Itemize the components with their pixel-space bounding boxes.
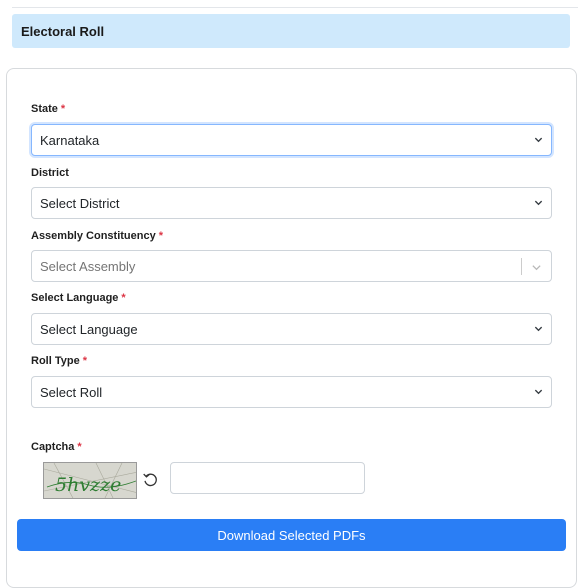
state-select[interactable]: Karnataka [31, 124, 552, 156]
district-select-value: Select District [40, 195, 120, 211]
top-divider [12, 7, 578, 8]
state-label: State * [31, 103, 66, 115]
download-selected-pdfs-button[interactable]: Download Selected PDFs [17, 519, 566, 551]
captcha-image: 5hvzze [43, 462, 137, 499]
language-select[interactable]: Select Language [31, 313, 552, 345]
chevron-down-icon [534, 387, 543, 396]
language-label: Select Language * [31, 292, 126, 304]
page-title: Electoral Roll [21, 23, 105, 39]
refresh-icon[interactable] [142, 471, 159, 488]
language-select-value: Select Language [40, 321, 138, 337]
district-select[interactable]: Select District [31, 187, 552, 219]
required-mark: * [121, 292, 126, 304]
roll-type-label: Roll Type * [31, 355, 87, 367]
roll-type-select-value: Select Roll [40, 384, 103, 400]
assembly-select[interactable]: Select Assembly [31, 250, 552, 282]
district-label: District [31, 167, 69, 179]
indicator-separator [521, 258, 522, 275]
required-mark: * [158, 230, 163, 242]
captcha-label: Captcha * [31, 441, 82, 453]
state-select-value: Karnataka [40, 132, 100, 148]
assembly-label: Assembly Constituency * [31, 230, 163, 242]
chevron-down-icon [534, 135, 543, 144]
chevron-down-icon [534, 324, 543, 333]
required-mark: * [60, 103, 66, 115]
required-mark: * [77, 441, 82, 453]
page-header: Electoral Roll [12, 14, 570, 48]
required-mark: * [82, 355, 87, 367]
roll-type-select[interactable]: Select Roll [31, 376, 552, 408]
chevron-down-icon [534, 198, 543, 207]
captcha-image-text: 5hvzze [55, 474, 121, 496]
captcha-input[interactable] [170, 462, 365, 494]
chevron-down-icon [531, 261, 542, 272]
assembly-select-placeholder: Select Assembly [40, 258, 136, 274]
